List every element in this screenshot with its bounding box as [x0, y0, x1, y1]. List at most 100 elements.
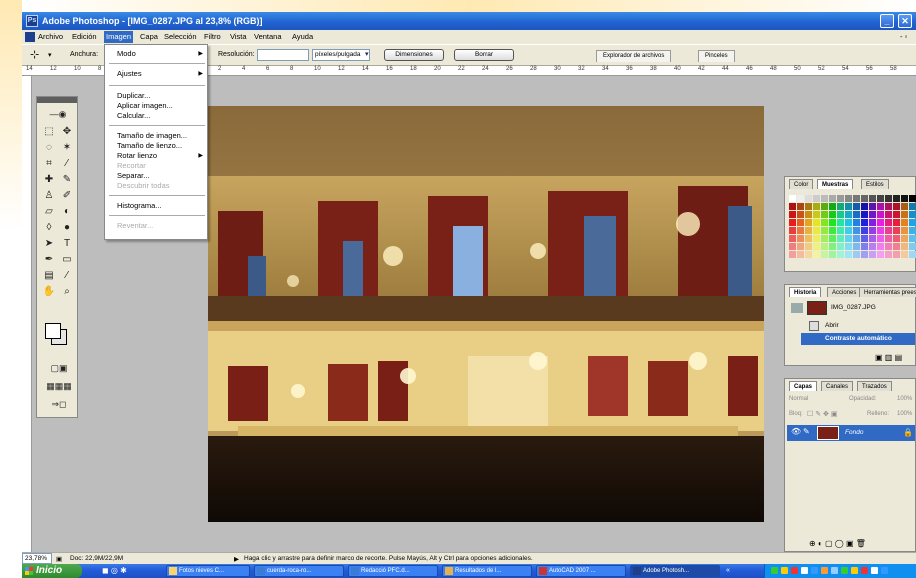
quick-launch-icons[interactable]: ◼ ◎ ✱ [102, 566, 127, 575]
swatch-cell[interactable] [909, 211, 916, 218]
swatch-cell[interactable] [901, 211, 908, 218]
layer-buttons[interactable]: ⊕ ◐ ▢ ◯ ▣ 🗑 [809, 539, 866, 548]
menu-archivo[interactable]: Archivo [38, 32, 63, 41]
swatch-cell[interactable] [885, 227, 892, 234]
swatch-cell[interactable] [805, 195, 812, 202]
tray-icon[interactable] [811, 567, 818, 574]
swatch-cell[interactable] [821, 211, 828, 218]
swatch-cell[interactable] [797, 219, 804, 226]
swatch-cell[interactable] [853, 211, 860, 218]
crop-tool-icon[interactable]: ⌗ [41, 157, 57, 171]
menu-item-tamano-imagen[interactable]: Tamaño de imagen... [117, 131, 187, 140]
swatch-cell[interactable] [885, 211, 892, 218]
tray-icon[interactable] [851, 567, 858, 574]
menu-item-separar[interactable]: Separar... [117, 171, 150, 180]
swatch-cell[interactable] [909, 235, 916, 242]
swatch-cell[interactable] [813, 211, 820, 218]
swatch-cell[interactable] [813, 203, 820, 210]
swatch-cell[interactable] [829, 235, 836, 242]
swatch-cell[interactable] [893, 235, 900, 242]
swatch-cell[interactable] [893, 243, 900, 250]
magic-wand-tool-icon[interactable]: ✶ [59, 141, 75, 155]
doc-info-icon[interactable]: ▣ [56, 555, 62, 563]
swatch-cell[interactable] [869, 227, 876, 234]
screen-mode-icon[interactable]: ▦▦▦ [43, 379, 75, 393]
swatch-cell[interactable] [893, 219, 900, 226]
snapshot-name[interactable]: IMG_0287.JPG [831, 304, 876, 311]
swatch-cell[interactable] [901, 243, 908, 250]
menu-item-aplicar-imagen[interactable]: Aplicar imagen... [117, 101, 173, 110]
tab-historia[interactable]: Historia [789, 287, 822, 297]
marquee-tool-icon[interactable]: ⬚ [41, 125, 57, 139]
swatch-cell[interactable] [861, 211, 868, 218]
lasso-tool-icon[interactable]: ◌ [41, 141, 57, 155]
clone-stamp-tool-icon[interactable]: ♙ [41, 189, 57, 203]
swatch-cell[interactable] [869, 211, 876, 218]
swatch-cell[interactable] [845, 235, 852, 242]
swatch-cell[interactable] [821, 195, 828, 202]
swatch-cell[interactable] [909, 227, 916, 234]
document-menu-icon[interactable] [25, 32, 35, 42]
fill-value[interactable]: 100% [897, 411, 912, 417]
swatch-cell[interactable] [797, 227, 804, 234]
swatch-cell[interactable] [829, 203, 836, 210]
swatch-cell[interactable] [813, 219, 820, 226]
swatch-cell[interactable] [837, 203, 844, 210]
swatch-cell[interactable] [829, 227, 836, 234]
crop-tool-icon[interactable]: ⊹ [30, 48, 39, 61]
tab-herramientas-preest[interactable]: Herramientas preest. [859, 287, 916, 297]
swatch-cell[interactable] [853, 243, 860, 250]
swatch-cell[interactable] [861, 243, 868, 250]
swatch-cell[interactable] [877, 251, 884, 258]
swatch-grid[interactable] [789, 195, 916, 258]
swatch-cell[interactable] [869, 219, 876, 226]
task-adobe-photoshop[interactable]: Adobe Photosh... [630, 565, 720, 577]
swatch-cell[interactable] [909, 243, 916, 250]
history-step-contraste[interactable]: Contraste automático [825, 335, 892, 342]
swatch-cell[interactable] [909, 195, 916, 202]
swatch-cell[interactable] [885, 235, 892, 242]
tray-icon[interactable] [791, 567, 798, 574]
swatch-cell[interactable] [869, 203, 876, 210]
swatch-cell[interactable] [845, 195, 852, 202]
swatch-cell[interactable] [805, 251, 812, 258]
healing-brush-tool-icon[interactable]: ✚ [41, 173, 57, 187]
menu-item-calcular[interactable]: Calcular... [117, 111, 150, 120]
tool-preset-arrow-icon[interactable]: ▾ [48, 51, 52, 59]
front-image-button[interactable]: Dimensiones [384, 49, 444, 61]
file-browser-tab[interactable]: Explorador de archivos [596, 50, 672, 62]
history-step-abrir[interactable]: Abrir [825, 322, 839, 329]
zoom-tool-icon[interactable]: ⌕ [59, 285, 75, 299]
quick-mask-mode-icon[interactable]: ▢▣ [43, 361, 75, 375]
swatch-cell[interactable] [789, 219, 796, 226]
gradient-tool-icon[interactable]: ◐ [59, 205, 75, 219]
swatch-cell[interactable] [805, 227, 812, 234]
swatch-cell[interactable] [797, 211, 804, 218]
swatch-cell[interactable] [877, 203, 884, 210]
swatch-cell[interactable] [845, 211, 852, 218]
tab-muestras[interactable]: Muestras [817, 179, 854, 189]
swatch-cell[interactable] [893, 203, 900, 210]
menu-filtro[interactable]: Filtro [204, 32, 221, 41]
swatch-cell[interactable] [885, 203, 892, 210]
swatch-cell[interactable] [805, 203, 812, 210]
swatch-cell[interactable] [877, 211, 884, 218]
swatch-cell[interactable] [885, 219, 892, 226]
swatch-cell[interactable] [821, 243, 828, 250]
tab-acciones[interactable]: Acciones [827, 287, 862, 297]
swatch-cell[interactable] [789, 243, 796, 250]
swatch-cell[interactable] [845, 243, 852, 250]
task-cuerda-roca[interactable]: cuerda-roca-ro... [254, 565, 344, 577]
tray-icon[interactable] [821, 567, 828, 574]
swatch-cell[interactable] [845, 219, 852, 226]
swatch-cell[interactable] [901, 195, 908, 202]
history-buttons[interactable]: ▣ ▥ ▤ [875, 353, 902, 362]
zoom-field[interactable]: 23,78% [22, 553, 52, 564]
swatch-cell[interactable] [813, 235, 820, 242]
hand-tool-icon[interactable]: ✋ [41, 285, 57, 299]
slice-tool-icon[interactable]: ⁄ [59, 157, 75, 171]
swatch-cell[interactable] [869, 243, 876, 250]
swatch-cell[interactable] [853, 219, 860, 226]
menu-item-histograma[interactable]: Histograma... [117, 201, 162, 210]
tray-icon[interactable] [801, 567, 808, 574]
